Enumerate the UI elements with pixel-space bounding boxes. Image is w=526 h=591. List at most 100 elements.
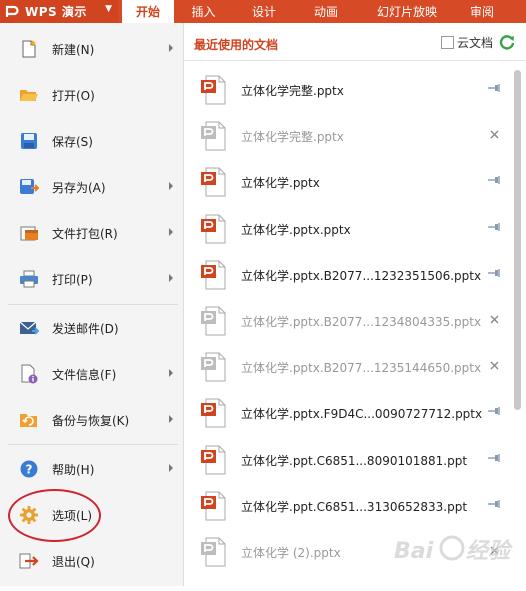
pptx-file-icon	[201, 306, 226, 336]
pin-icon[interactable]	[487, 497, 501, 511]
recent-file-row[interactable]: 立体化学完整.pptx	[184, 113, 509, 159]
pin-icon[interactable]	[487, 266, 501, 280]
file-menu-sidebar: 新建(N) 打开(O) 保存(S) 另存为(A) 文件打包(R) 打印(P) 发…	[0, 23, 184, 586]
menu-item-open[interactable]: 打开(O)	[0, 73, 183, 117]
recent-file-row[interactable]: 立体化学.pptx.B2077...1234804335.pptx	[184, 298, 509, 344]
menu-divider	[8, 304, 178, 305]
svg-text:Bai: Bai	[394, 539, 434, 564]
recent-file-name: 立体化学完整.pptx	[241, 83, 344, 98]
menu-item-options[interactable]: 选项(L)	[0, 493, 183, 537]
recent-file-name: 立体化学.pptx.B2077...1234804335.pptx	[241, 314, 482, 329]
gear-icon	[18, 504, 40, 526]
pin-icon[interactable]	[487, 220, 501, 234]
remove-icon[interactable]	[487, 312, 501, 326]
menu-label: 退出(Q)	[52, 554, 95, 569]
menu-label: 新建(N)	[52, 42, 95, 57]
menu-item-new[interactable]: 新建(N)	[0, 27, 183, 71]
submenu-arrow-icon	[169, 274, 173, 282]
ribbon-tabs: 开始 插入 设计 动画 幻灯片放映 审阅	[122, 0, 507, 23]
tab-design[interactable]: 设计	[233, 0, 295, 23]
recent-file-name: 立体化学.ppt.C6851...8090101881.ppt	[241, 453, 468, 468]
tab-slideshow[interactable]: 幻灯片放映	[357, 0, 457, 23]
header-divider	[184, 60, 526, 61]
recent-file-row[interactable]: 立体化学.pptx.B2077...1235144650.pptx	[184, 344, 509, 390]
recent-header: 最近使用的文档 云文档	[184, 23, 526, 61]
app-menu-button[interactable]: WPS 演示 ▼	[0, 0, 118, 23]
menu-item-print[interactable]: 打印(P)	[0, 257, 183, 301]
recent-file-row[interactable]: 立体化学.ppt.C6851...3130652833.ppt	[184, 483, 509, 529]
menu-item-help[interactable]: ? 帮助(H)	[0, 447, 183, 491]
new-file-icon	[18, 38, 40, 60]
printer-icon	[18, 268, 40, 290]
recent-file-row[interactable]: 立体化学完整.pptx	[184, 67, 509, 113]
menu-label: 保存(S)	[52, 134, 93, 149]
wps-logo-icon	[5, 5, 19, 17]
tab-insert[interactable]: 插入	[174, 0, 233, 23]
recent-title: 最近使用的文档	[194, 38, 279, 52]
pptx-file-icon	[201, 445, 226, 475]
recent-file-name: 立体化学完整.pptx	[241, 129, 344, 144]
package-icon	[18, 222, 40, 244]
mail-icon	[18, 317, 40, 339]
menu-label: 发送邮件(D)	[52, 321, 119, 336]
menu-label: 打印(P)	[52, 272, 93, 287]
pptx-file-icon	[201, 214, 226, 244]
tab-start[interactable]: 开始	[122, 0, 174, 23]
recent-file-row[interactable]: 立体化学.pptx	[184, 159, 509, 205]
menu-item-save-as[interactable]: 另存为(A)	[0, 165, 183, 209]
vertical-scrollbar[interactable]	[511, 60, 526, 586]
checkbox-icon	[441, 36, 454, 49]
recent-documents-panel: 最近使用的文档 云文档 立体化学完整.pptx 立体化学完整.pptx 立体化学.p…	[184, 23, 526, 586]
pptx-file-icon	[201, 537, 226, 567]
recent-file-row[interactable]: 立体化学.pptx.F9D4C...0090727712.pptx	[184, 390, 509, 436]
svg-text:?: ?	[26, 463, 33, 477]
menu-label: 文件信息(F)	[52, 367, 117, 382]
tab-review[interactable]: 审阅	[457, 0, 507, 23]
recent-file-name: 立体化学.pptx.pptx	[241, 222, 351, 237]
save-icon	[18, 130, 40, 152]
remove-icon[interactable]	[487, 127, 501, 141]
remove-icon[interactable]	[487, 358, 501, 372]
scrollbar-thumb[interactable]	[514, 70, 521, 410]
menu-item-exit[interactable]: 退出(Q)	[0, 539, 183, 583]
pptx-file-icon	[201, 491, 226, 521]
recent-file-name: 立体化学 (2).pptx	[241, 545, 341, 560]
recent-file-row[interactable]: 立体化学.pptx.B2077...1232351506.pptx	[184, 252, 509, 298]
watermark: Bai 经验	[390, 528, 526, 586]
recent-file-name: 立体化学.ppt.C6851...3130652833.ppt	[241, 499, 468, 514]
recent-file-row[interactable]: 立体化学.pptx.pptx	[184, 206, 509, 252]
recent-file-name: 立体化学.pptx.B2077...1235144650.pptx	[241, 360, 482, 375]
menu-label: 选项(L)	[52, 508, 93, 523]
menu-item-send-mail[interactable]: 发送邮件(D)	[0, 306, 183, 350]
menu-item-package[interactable]: 文件打包(R)	[0, 211, 183, 255]
save-as-icon	[18, 176, 40, 198]
submenu-arrow-icon	[169, 44, 173, 52]
pptx-file-icon	[201, 121, 226, 151]
submenu-arrow-icon	[169, 369, 173, 377]
recent-file-name: 立体化学.pptx.B2077...1232351506.pptx	[241, 268, 482, 283]
submenu-arrow-icon	[169, 415, 173, 423]
pin-icon[interactable]	[487, 81, 501, 95]
app-title: WPS 演示	[25, 5, 87, 19]
refresh-icon[interactable]	[498, 33, 516, 51]
submenu-arrow-icon	[169, 228, 173, 236]
menu-item-save[interactable]: 保存(S)	[0, 119, 183, 163]
cloud-docs-label: 云文档	[457, 36, 494, 50]
pin-icon[interactable]	[487, 404, 501, 418]
pin-icon[interactable]	[487, 451, 501, 465]
recent-file-row[interactable]: 立体化学.ppt.C6851...8090101881.ppt	[184, 437, 509, 483]
menu-divider	[8, 444, 178, 445]
chevron-down-icon: ▼	[105, 4, 112, 14]
menu-item-backup[interactable]: 备份与恢复(K)	[0, 398, 183, 442]
recent-file-name: 立体化学.pptx.F9D4C...0090727712.pptx	[241, 406, 483, 421]
tab-animation[interactable]: 动画	[295, 0, 357, 23]
pin-icon[interactable]	[487, 173, 501, 187]
menu-label: 另存为(A)	[52, 180, 106, 195]
folder-open-icon	[18, 84, 40, 106]
cloud-docs-checkbox[interactable]: 云文档	[441, 34, 493, 51]
menu-label: 帮助(H)	[52, 462, 95, 477]
menu-item-file-info[interactable]: 文件信息(F)	[0, 352, 183, 396]
submenu-arrow-icon	[169, 464, 173, 472]
menu-label: 打开(O)	[52, 88, 95, 103]
backup-icon	[18, 409, 40, 431]
